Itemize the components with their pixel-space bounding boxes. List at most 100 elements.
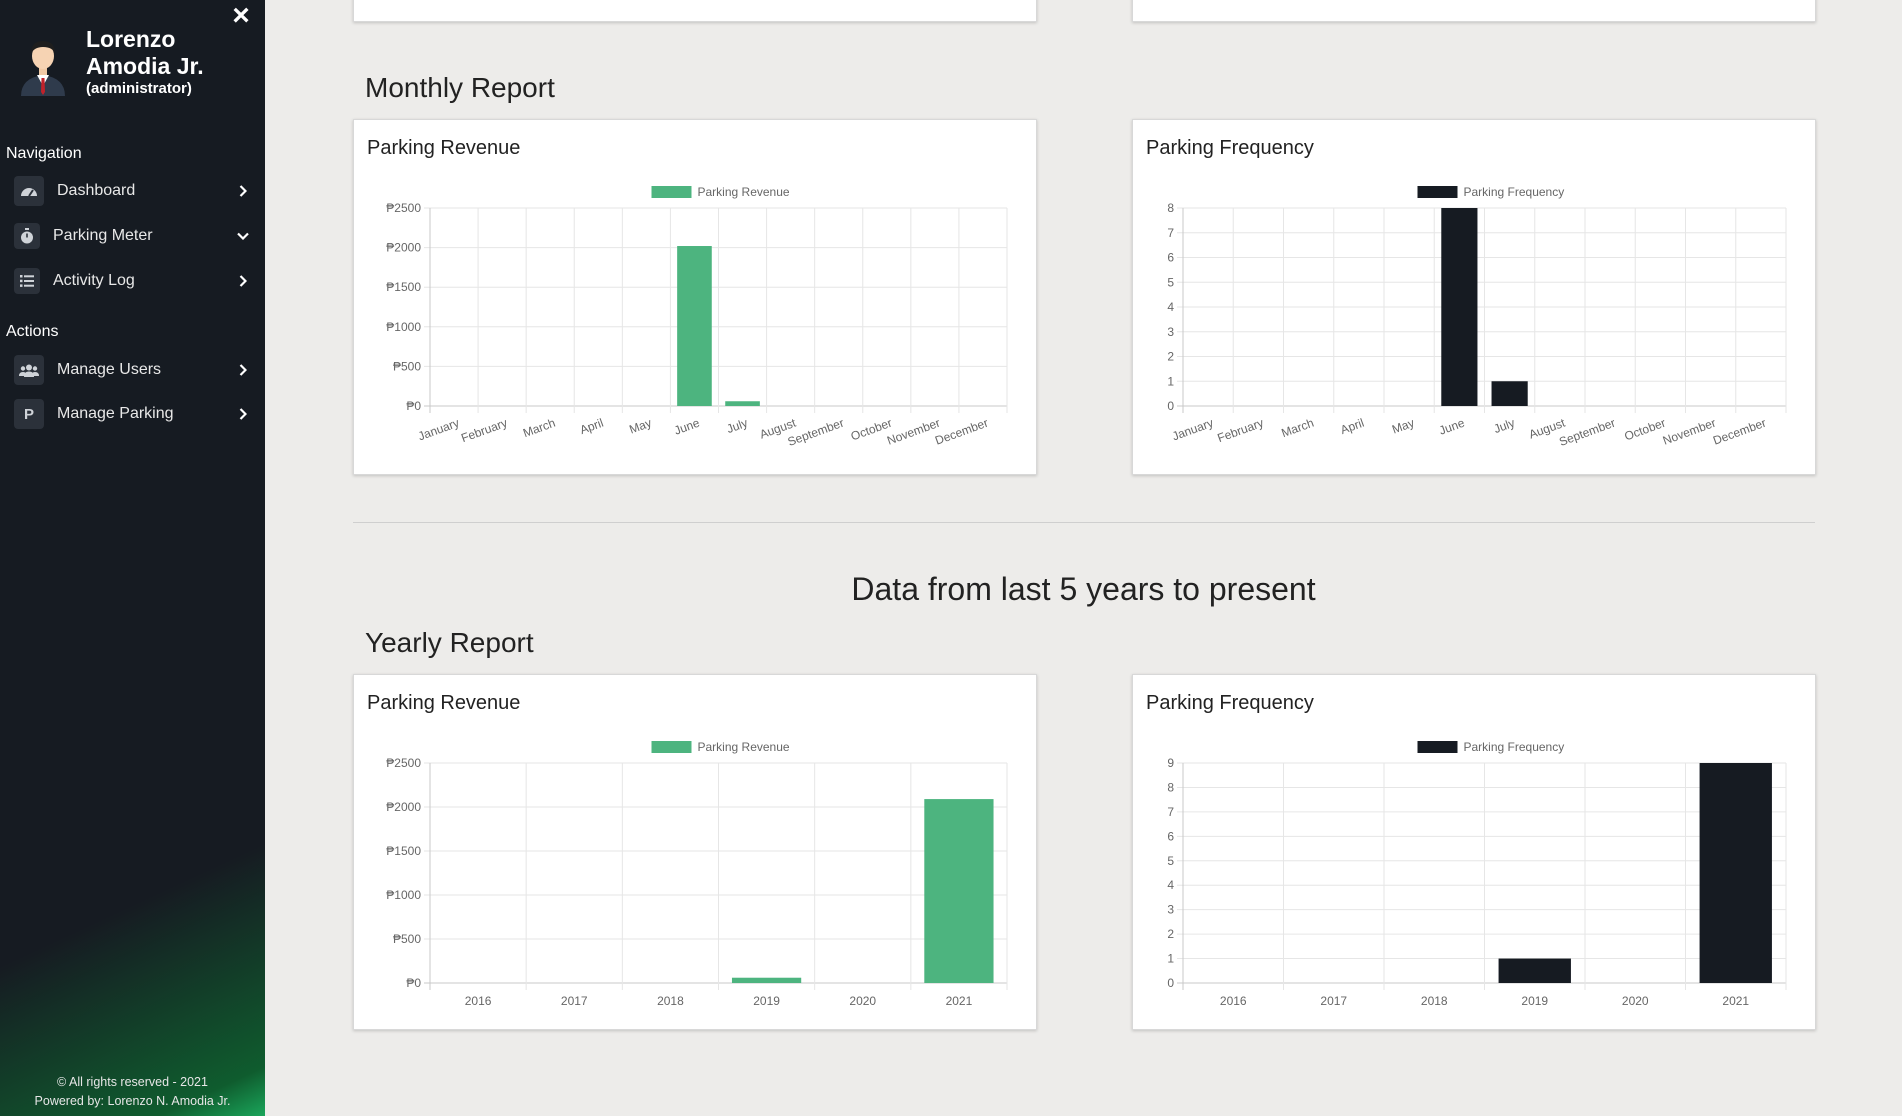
user-role: (administrator)	[86, 80, 192, 97]
legend-label: Parking Frequency	[1464, 185, 1565, 199]
previous-chart-card	[353, 0, 1037, 22]
x-tick-label: June	[672, 416, 702, 438]
legend-label: Parking Revenue	[698, 740, 790, 754]
footer-copyright: © All rights reserved - 2021	[57, 1075, 208, 1089]
stopwatch-icon	[14, 223, 40, 249]
legend-swatch	[1417, 741, 1458, 753]
section-divider	[353, 522, 1815, 523]
y-tick-label: 1	[1167, 952, 1174, 966]
y-tick-label: ₱1500	[386, 844, 421, 858]
x-tick-label: 2020	[1622, 994, 1649, 1008]
chart-title: Parking Frequency	[1146, 692, 1314, 714]
chevron-right-icon	[236, 274, 250, 288]
legend-swatch	[651, 741, 692, 753]
x-tick-label: July	[1492, 416, 1517, 436]
y-tick-label: ₱1000	[386, 320, 421, 334]
sidebar-item-manage-parking[interactable]: P Manage Parking	[14, 397, 250, 431]
x-tick-label: October	[1622, 416, 1667, 444]
x-tick-label: November	[885, 416, 942, 448]
y-tick-label: ₱1000	[386, 888, 421, 902]
user-profile: Lorenzo Amodia Jr. (administrator)	[18, 26, 236, 98]
y-tick-label: 9	[1167, 756, 1174, 770]
y-tick-label: 5	[1167, 854, 1174, 868]
yearly-revenue-chart: Parking Revenue ₱0 ₱500 ₱1000 ₱1500 ₱2000 ₱250…	[386, 740, 1008, 1008]
x-tick-label: December	[933, 416, 990, 448]
monthly-revenue-chart: Parking Revenue ₱0 ₱500 ₱1000 ₱1500 ₱2000 ₱250…	[386, 185, 1008, 449]
x-tick-label: 2016	[465, 994, 492, 1008]
y-tick-label: 8	[1167, 780, 1174, 794]
y-tick-label: ₱0	[406, 399, 421, 413]
legend-label: Parking Frequency	[1464, 740, 1565, 754]
y-tick-label: 2	[1167, 350, 1174, 364]
x-tick-label: 2021	[1722, 994, 1749, 1008]
monthly-revenue-card: Parking Revenue Parking Revenue ₱0 ₱500 ₱10…	[353, 119, 1037, 475]
y-tick-label: 3	[1167, 903, 1174, 917]
sidebar-item-label: Activity Log	[53, 272, 135, 289]
sidebar-item-activity-log[interactable]: Activity Log	[14, 264, 250, 298]
sidebar: × Lorenzo Amodia Jr. (administrator) Nav…	[0, 0, 265, 1116]
x-tick-label: March	[521, 416, 557, 441]
sidebar-item-label: Manage Parking	[57, 405, 174, 422]
x-tick-label: February	[459, 416, 509, 446]
y-tick-label: 0	[1167, 976, 1174, 990]
list-icon	[14, 268, 40, 294]
legend-label: Parking Revenue	[698, 185, 790, 199]
bar	[1491, 381, 1528, 406]
y-tick-label: 3	[1167, 325, 1174, 339]
y-tick-label: 5	[1167, 275, 1174, 289]
y-tick-label: 0	[1167, 399, 1174, 413]
bar	[1699, 763, 1772, 983]
y-tick-label: 6	[1167, 251, 1174, 265]
bar	[1498, 958, 1571, 983]
bar	[725, 401, 760, 406]
x-tick-label: September	[786, 416, 846, 449]
y-tick-label: ₱0	[406, 976, 421, 990]
y-tick-label: ₱2500	[386, 756, 421, 770]
y-tick-label: 4	[1167, 878, 1174, 892]
x-tick-label: February	[1215, 416, 1265, 446]
monthly-report-heading: Monthly Report	[365, 72, 555, 103]
x-tick-label: July	[725, 416, 750, 436]
chart-title: Parking Revenue	[367, 692, 521, 714]
y-tick-label: ₱2500	[386, 201, 421, 215]
actions-section-label: Actions	[6, 323, 59, 340]
x-tick-label: June	[1437, 416, 1467, 438]
y-tick-label: ₱2000	[386, 241, 421, 255]
y-tick-label: ₱500	[393, 932, 421, 946]
sidebar-item-label: Parking Meter	[53, 227, 153, 244]
monthly-frequency-chart: Parking Frequency 0 1 2 3 4 5 6 7 8 January Februar…	[1167, 185, 1787, 449]
y-tick-label: 6	[1167, 829, 1174, 843]
yearly-report-heading: Yearly Report	[365, 627, 534, 658]
x-tick-label: December	[1711, 416, 1768, 448]
chevron-right-icon	[236, 184, 250, 198]
sidebar-item-parking-meter[interactable]: Parking Meter	[14, 219, 250, 253]
bar	[924, 799, 994, 983]
y-tick-label: 8	[1167, 201, 1174, 215]
x-tick-label: September	[1557, 416, 1617, 449]
footer-powered-by: Powered by: Lorenzo N. Amodia Jr.	[34, 1094, 231, 1108]
bar	[677, 246, 712, 406]
sidebar-gradient-decoration	[0, 0, 265, 1116]
y-tick-label: 7	[1167, 226, 1174, 240]
x-tick-label: 2017	[1320, 994, 1347, 1008]
yearly-frequency-chart: Parking Frequency 0 1 2 3 4 5 6 7 8 9 2016 2017 2018 2…	[1167, 740, 1787, 1008]
x-tick-label: January	[416, 416, 461, 444]
x-tick-label: 2019	[1521, 994, 1548, 1008]
sidebar-item-manage-users[interactable]: Manage Users	[14, 353, 250, 387]
y-tick-label: 1	[1167, 374, 1174, 388]
x-tick-label: May	[1390, 416, 1416, 437]
navigation-section-label: Navigation	[6, 145, 82, 162]
yearly-frequency-card: Parking Frequency Parking Frequency 0 1 2 3 4…	[1132, 674, 1816, 1030]
chevron-right-icon	[236, 363, 250, 377]
sidebar-item-dashboard[interactable]: Dashboard	[14, 174, 250, 208]
y-tick-label: ₱1500	[386, 280, 421, 294]
legend-swatch	[651, 186, 692, 198]
y-tick-label: 2	[1167, 927, 1174, 941]
x-tick-label: 2021	[946, 994, 973, 1008]
chart-title: Parking Revenue	[367, 137, 521, 159]
y-tick-label: 4	[1167, 300, 1174, 314]
x-tick-label: May	[627, 416, 653, 437]
bar	[731, 977, 802, 983]
x-tick-label: 2018	[657, 994, 684, 1008]
x-tick-label: March	[1280, 416, 1316, 441]
